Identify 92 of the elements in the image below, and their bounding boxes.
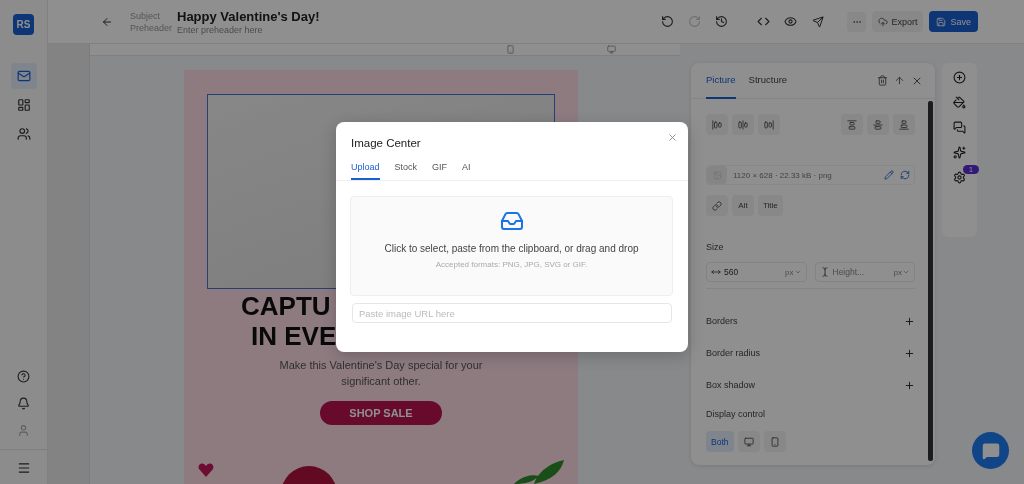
more-button[interactable] <box>847 11 867 32</box>
size-label: Size <box>706 242 725 252</box>
chevron-down-icon <box>902 268 910 276</box>
logo[interactable]: RS <box>13 14 34 35</box>
valign-button[interactable] <box>893 114 915 135</box>
close-icon <box>667 132 678 143</box>
redo-icon <box>688 15 702 28</box>
export-button[interactable]: Export <box>872 11 924 32</box>
email-text: Make this Valentine's Day special for your significant other. <box>278 358 484 389</box>
add-icon[interactable] <box>953 71 966 84</box>
unit-dropdown[interactable]: px <box>785 267 802 277</box>
code-icon <box>757 15 771 28</box>
desktop-icon[interactable] <box>607 45 616 54</box>
height-icon <box>819 267 830 277</box>
section-label: Box shadow <box>706 380 756 390</box>
align-icon <box>738 119 748 130</box>
avatar-icon <box>17 423 30 437</box>
link-button[interactable] <box>706 195 728 216</box>
eye-icon <box>784 15 798 28</box>
subject-title[interactable]: Happy Valentine's Day! <box>177 8 320 24</box>
settings-icon[interactable] <box>953 171 966 184</box>
mail-nav-button[interactable] <box>10 63 37 89</box>
display-control-label: Display control <box>706 409 767 419</box>
attribute-button[interactable]: Alt <box>732 195 754 216</box>
chat-icon <box>981 441 1000 460</box>
align-button[interactable] <box>706 114 728 135</box>
help-icon <box>17 369 30 383</box>
scrollbar[interactable] <box>928 101 933 461</box>
align-icon <box>712 119 722 130</box>
dialog-title: Image Center <box>351 137 421 149</box>
chevron-down-icon <box>793 268 802 276</box>
width-field[interactable]: 560 px <box>706 262 807 282</box>
headline: CAPTU <box>241 291 331 321</box>
shop-button[interactable]: SHOP SALE <box>320 401 442 425</box>
trash-icon[interactable] <box>877 74 888 86</box>
desktop-button[interactable] <box>737 431 760 452</box>
bell-icon <box>17 396 30 410</box>
dialog-tab[interactable]: Stock <box>394 162 418 180</box>
plus-icon[interactable] <box>904 347 915 359</box>
refresh-icon[interactable] <box>900 170 910 180</box>
section-label: Borders <box>706 316 738 326</box>
height-input[interactable]: Height... <box>832 267 888 277</box>
history-icon <box>715 15 729 28</box>
width-icon <box>711 267 721 277</box>
back-icon <box>100 15 113 28</box>
close-button[interactable] <box>667 132 678 143</box>
grid-icon <box>16 98 31 112</box>
send-icon <box>811 15 824 28</box>
display-option[interactable]: Both <box>706 431 734 452</box>
inbox-icon <box>499 209 524 233</box>
save-button[interactable]: Save <box>929 11 978 32</box>
save-icon <box>936 16 947 27</box>
comments-icon[interactable] <box>953 121 966 134</box>
dropzone-hint: Accepted formats: PNG, JPG, SVG or GIF. <box>435 260 588 269</box>
people-icon <box>16 127 31 141</box>
panel-tab[interactable]: Structure <box>748 63 788 99</box>
valign-button[interactable] <box>867 114 889 135</box>
undo-icon <box>661 15 675 28</box>
menu-icon <box>16 461 31 475</box>
section-label: Border radius <box>706 348 761 358</box>
headline: IN EVE <box>251 321 337 351</box>
valign-button[interactable] <box>841 114 863 135</box>
image-info-text: 1120 × 628 · 22.33 kB · png <box>733 170 833 180</box>
align-icon <box>764 119 774 130</box>
sparkles-icon[interactable] <box>953 146 966 159</box>
vertical-align-icon <box>873 119 883 130</box>
align-button[interactable] <box>758 114 780 135</box>
align-button[interactable] <box>732 114 754 135</box>
preheader-field[interactable]: Enter preheader here <box>177 24 317 35</box>
attribute-button[interactable]: Title <box>758 195 783 216</box>
desktop-icon <box>743 436 754 447</box>
dialog-tab[interactable]: GIF <box>432 162 448 180</box>
link-icon <box>712 200 722 211</box>
dialog-tab[interactable]: Upload <box>351 162 380 180</box>
dropzone-text: Click to select, paste from the clipboard, or drag and drop <box>384 243 639 254</box>
mobile-icon <box>769 436 780 447</box>
panel-tab[interactable]: Picture <box>706 63 736 99</box>
plus-icon[interactable] <box>904 379 915 391</box>
arrow-up-icon[interactable] <box>894 74 905 86</box>
url-field[interactable]: Paste image URL here <box>352 303 672 323</box>
plus-icon[interactable] <box>904 315 915 327</box>
upload-dropzone[interactable]: Click to select, paste from the clipboard, or drag and drop Accepted formats: PNG, JPG, SVG or GIF. <box>350 196 673 296</box>
vertical-align-icon <box>899 119 909 130</box>
dialog-tab[interactable]: AI <box>462 162 471 180</box>
paint-bucket-icon[interactable] <box>953 96 966 109</box>
mail-icon <box>16 69 31 83</box>
pencil-icon[interactable] <box>884 170 894 180</box>
cloud-upload-icon <box>878 16 889 27</box>
mobile-button[interactable] <box>763 431 786 452</box>
chat-button[interactable] <box>972 432 1009 469</box>
width-input[interactable]: 560 <box>724 267 779 277</box>
vertical-align-icon <box>847 119 857 130</box>
